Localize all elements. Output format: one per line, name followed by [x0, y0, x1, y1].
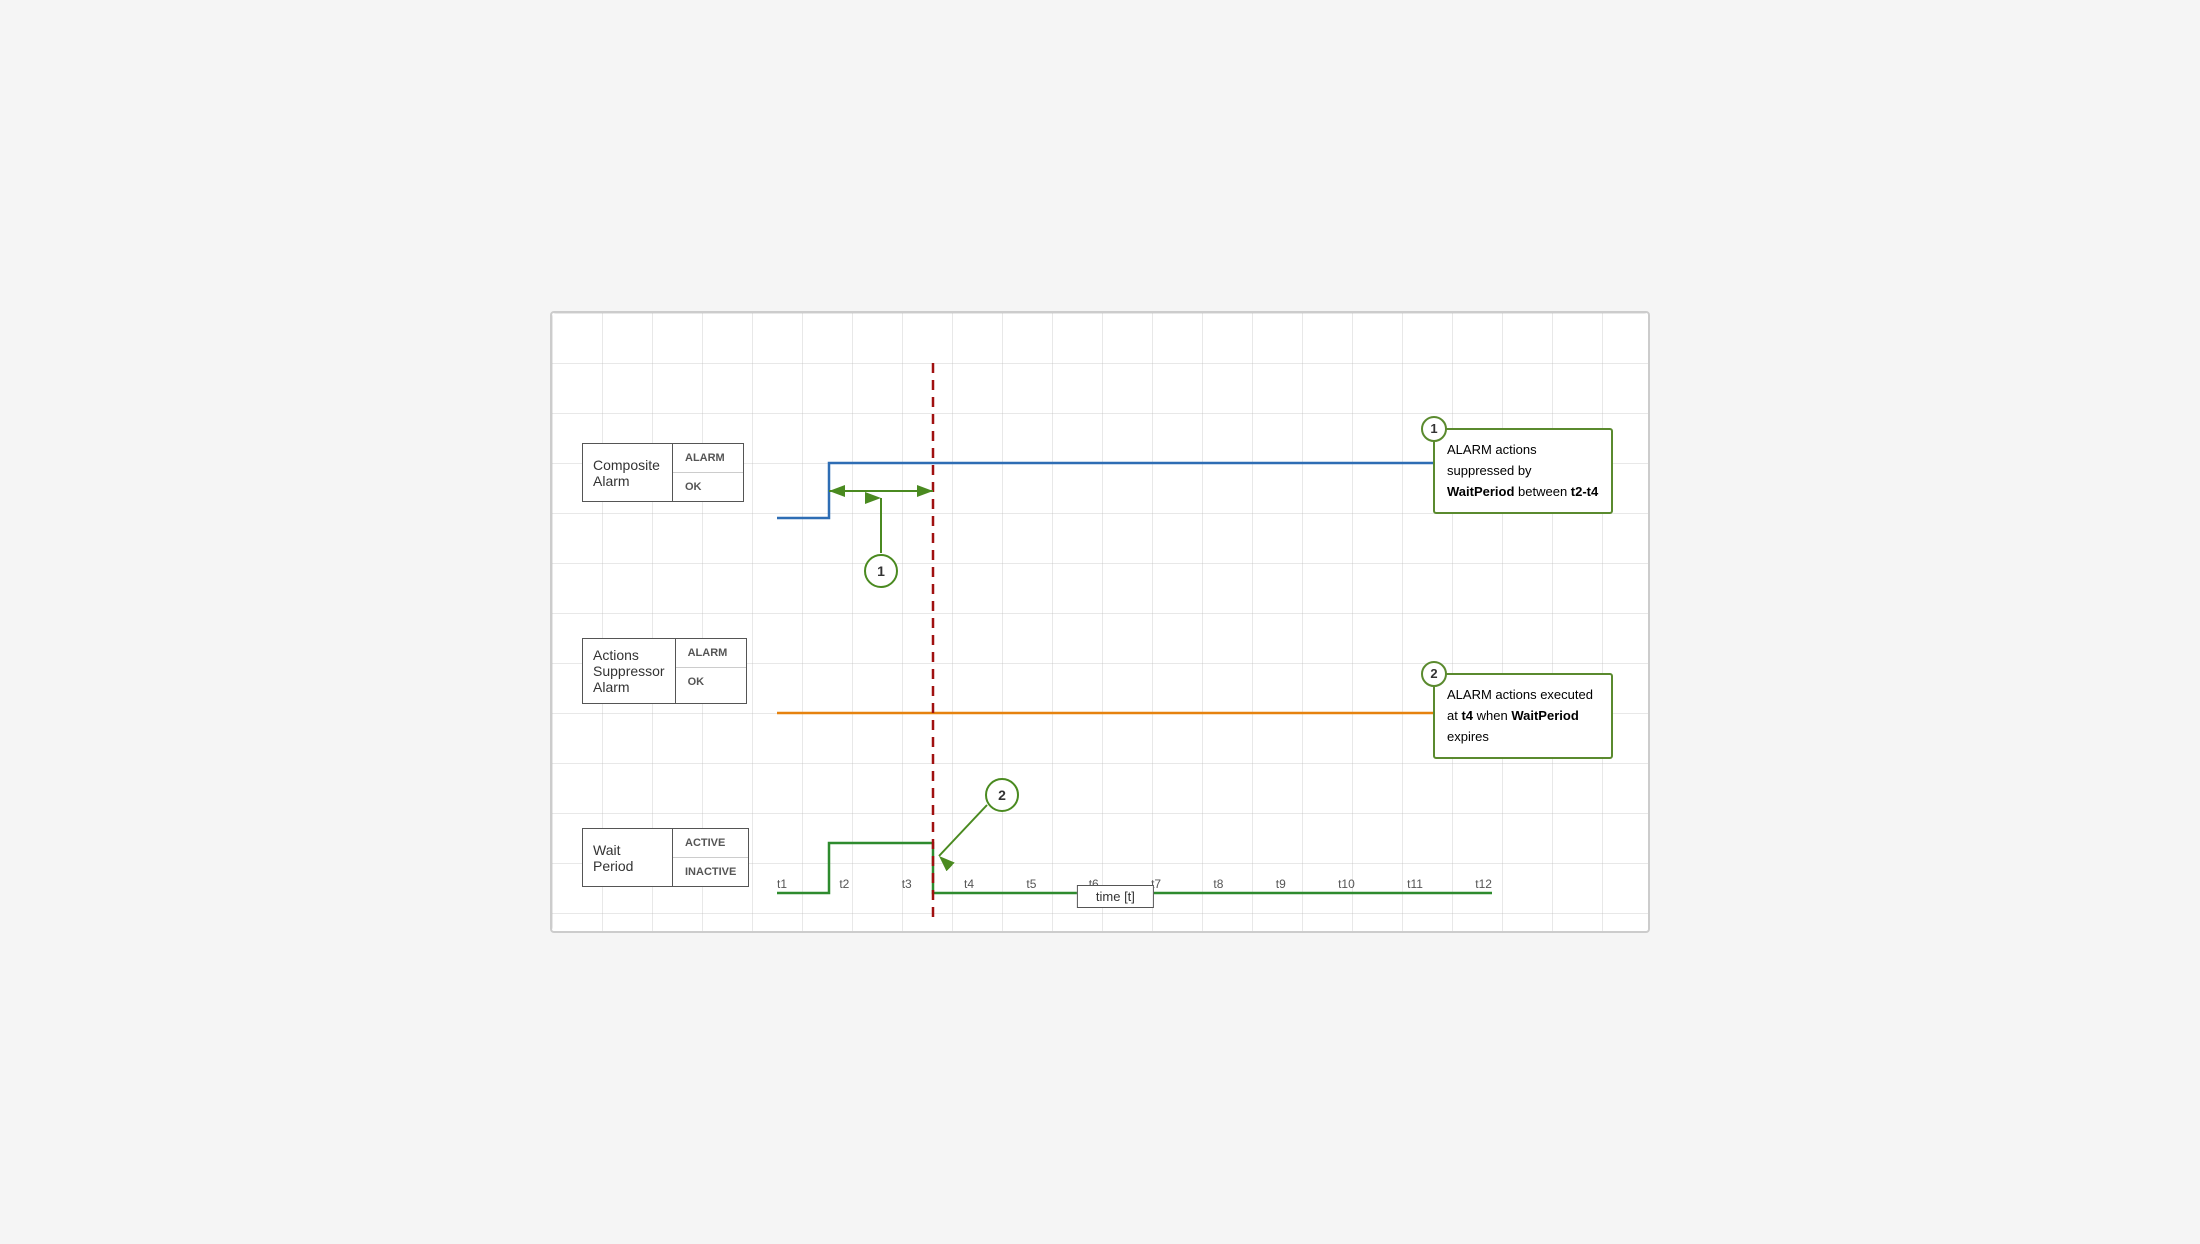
annotation-2-label: 2	[998, 787, 1006, 803]
composite-alarm-state-ok: OK	[673, 473, 743, 501]
annotation-2-text: ALARM actions executed at t4 when WaitPe…	[1447, 687, 1593, 744]
suppressor-alarm-box: Actions Suppressor Alarm ALARM OK	[582, 638, 747, 704]
wait-period-title: Wait Period	[583, 829, 673, 886]
chart-svg: 1 2	[572, 333, 1628, 911]
time-t5: t5	[1026, 877, 1036, 891]
time-t9: t9	[1276, 877, 1286, 891]
annotation-box-1-badge: 1	[1421, 416, 1447, 442]
time-t11: t11	[1407, 877, 1423, 891]
wait-period-state-inactive: INACTIVE	[673, 858, 748, 886]
diagram-content: 1 2 Composite Alarm ALARM OK Actions Sup…	[572, 333, 1628, 911]
time-unit-label: time [t]	[1077, 885, 1154, 908]
time-t3: t3	[902, 877, 912, 891]
composite-alarm-state-alarm: ALARM	[673, 444, 743, 473]
wait-period-states: ACTIVE INACTIVE	[673, 829, 748, 886]
suppressor-alarm-states: ALARM OK	[676, 639, 746, 703]
time-t12: t12	[1475, 877, 1492, 891]
diagram-container: 1 2 Composite Alarm ALARM OK Actions Sup…	[550, 311, 1650, 933]
composite-alarm-states: ALARM OK	[673, 444, 743, 501]
wait-period-state-active: ACTIVE	[673, 829, 748, 858]
suppressor-alarm-title: Actions Suppressor Alarm	[583, 639, 676, 703]
annotation-1-text: ALARM actions suppressed by WaitPeriod b…	[1447, 442, 1598, 499]
time-t2: t2	[839, 877, 849, 891]
time-t1: t1	[777, 877, 787, 891]
annotation-box-2: 2 ALARM actions executed at t4 when Wait…	[1433, 673, 1613, 759]
annotation-1-label: 1	[877, 563, 885, 579]
composite-alarm-box: Composite Alarm ALARM OK	[582, 443, 744, 502]
annotation2-arrow	[939, 805, 987, 856]
suppressor-alarm-state-alarm: ALARM	[676, 639, 746, 668]
time-t8: t8	[1213, 877, 1223, 891]
annotation-box-2-badge: 2	[1421, 661, 1447, 687]
time-t4: t4	[964, 877, 974, 891]
composite-alarm-title: Composite Alarm	[583, 444, 673, 501]
suppressor-alarm-state-ok: OK	[676, 668, 746, 696]
annotation-box-1: 1 ALARM actions suppressed by WaitPeriod…	[1433, 428, 1613, 514]
time-t10: t10	[1338, 877, 1355, 891]
wait-period-box: Wait Period ACTIVE INACTIVE	[582, 828, 749, 887]
